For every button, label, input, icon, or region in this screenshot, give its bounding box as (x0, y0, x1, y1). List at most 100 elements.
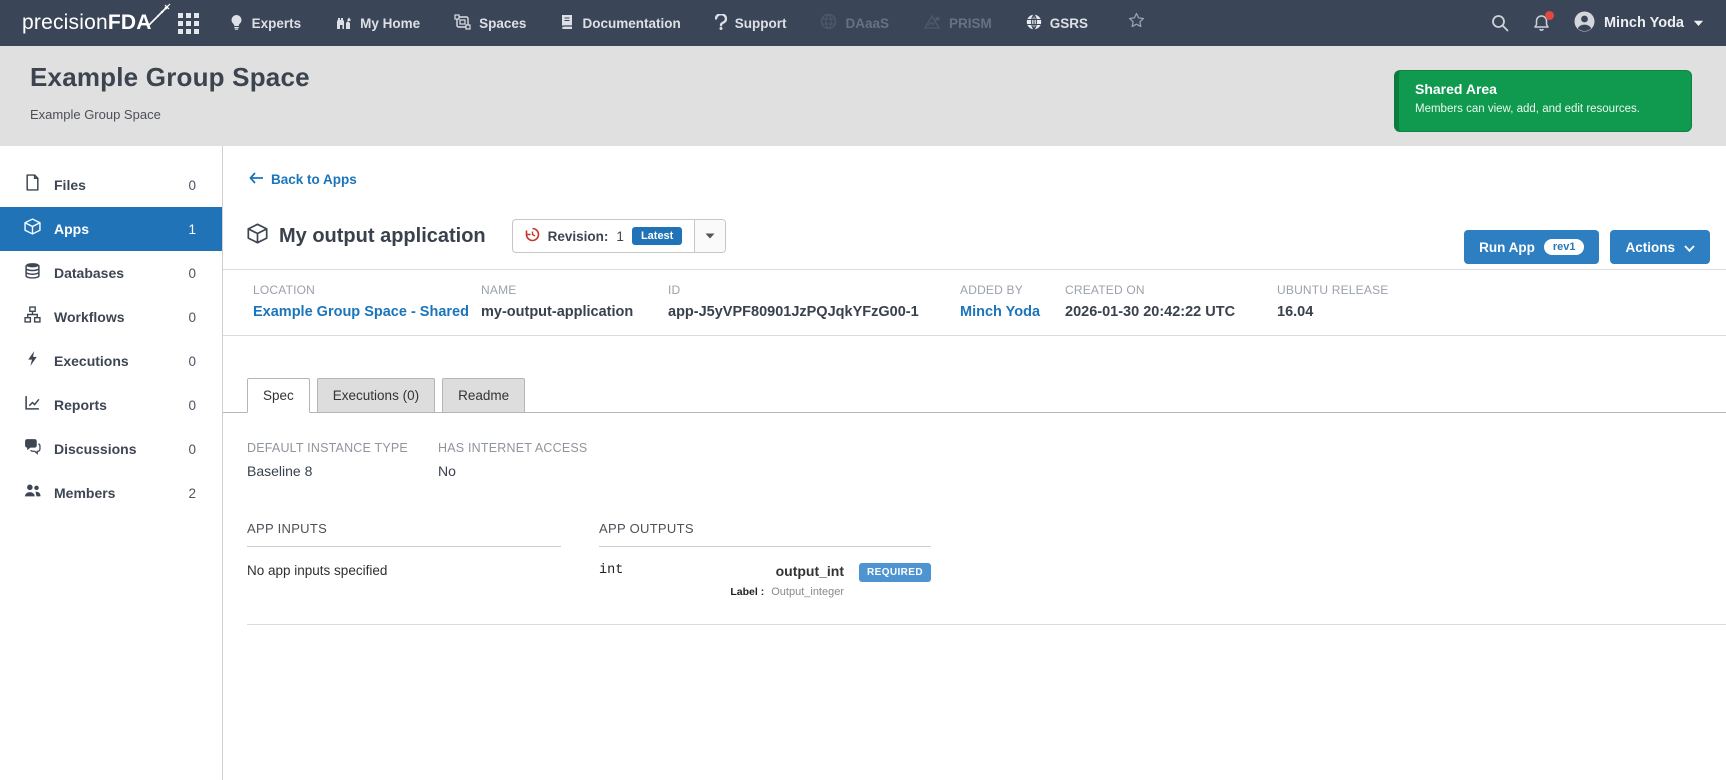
actions-label: Actions (1625, 239, 1675, 255)
required-badge: REQUIRED (859, 563, 931, 582)
database-icon (24, 262, 54, 284)
app-detail-main: Back to Apps My output application Revis… (223, 146, 1726, 780)
sidebar-item-label: Apps (54, 221, 89, 237)
added-by-link[interactable]: Minch Yoda (960, 304, 1040, 320)
spaces-icon (454, 13, 471, 33)
run-app-label: Run App (1479, 239, 1535, 255)
output-row: int output_int Label : Output_integer RE… (599, 563, 931, 598)
back-to-apps-link[interactable]: Back to Apps (249, 172, 357, 187)
sidebar-item-label: Executions (54, 353, 129, 369)
run-app-button[interactable]: Run App rev1 (1464, 230, 1600, 264)
app-grid-icon[interactable] (177, 12, 199, 34)
has-internet-access: HAS INTERNET ACCESS No (438, 441, 588, 479)
meta-ubuntu-release: UBUNTU RELEASE 16.04 (1277, 283, 1389, 320)
nav-label: My Home (360, 15, 421, 31)
output-label-value: Output_integer (771, 586, 845, 598)
chevron-down-icon (1693, 15, 1704, 31)
sidebar-item-count: 0 (188, 265, 196, 281)
sidebar-item-label: Workflows (54, 309, 125, 325)
sidebar-item-files[interactable]: Files 0 (0, 163, 222, 207)
nav-label: DAaaS (845, 15, 889, 31)
book-icon (560, 14, 574, 33)
tab-readme[interactable]: Readme (442, 378, 526, 412)
revision-dropdown-caret[interactable] (694, 220, 726, 252)
sidebar-item-workflows[interactable]: Workflows 0 (0, 295, 222, 339)
default-instance-type: DEFAULT INSTANCE TYPE Baseline 8 (247, 441, 408, 479)
sidebar-item-label: Reports (54, 397, 107, 413)
space-header: Example Group Space Example Group Space … (0, 46, 1726, 146)
latest-badge: Latest (631, 227, 683, 245)
sidebar-item-apps[interactable]: Apps 1 (0, 207, 222, 251)
nav-item-gsrs[interactable]: GSRS (1026, 13, 1088, 33)
shared-area-description: Members can view, add, and edit resource… (1415, 103, 1641, 115)
nav-label: Spaces (479, 15, 527, 31)
sidebar-item-count: 0 (188, 397, 196, 413)
notifications-bell-icon[interactable] (1533, 11, 1554, 32)
tab-executions[interactable]: Executions (0) (316, 378, 436, 412)
workflow-icon (24, 306, 54, 328)
left-arrow-icon (249, 172, 264, 187)
sidebar-item-executions[interactable]: Executions 0 (0, 339, 222, 383)
sidebar-item-label: Files (54, 177, 86, 193)
sidebar-item-count: 0 (188, 309, 196, 325)
tab-spec[interactable]: Spec (247, 378, 310, 413)
nav-item-my-home[interactable]: My Home (335, 14, 420, 33)
spec-io-tables: APP INPUTS No app inputs specified APP O… (247, 521, 1726, 625)
sidebar-item-databases[interactable]: Databases 0 (0, 251, 222, 295)
bolt-icon (24, 350, 54, 372)
app-inputs-panel: APP INPUTS No app inputs specified (247, 521, 561, 578)
sidebar-item-members[interactable]: Members 2 (0, 471, 222, 515)
app-cube-icon (247, 223, 268, 249)
actions-button[interactable]: Actions (1610, 230, 1710, 264)
sidebar-item-reports[interactable]: Reports 0 (0, 383, 222, 427)
divider (223, 335, 1726, 336)
nav-item-support[interactable]: Support (714, 12, 787, 33)
avatar-icon (1574, 11, 1595, 36)
meta-location: LOCATION Example Group Space - Shared (253, 283, 469, 320)
nav-label: PRISM (949, 15, 992, 31)
app-outputs-title: APP OUTPUTS (599, 521, 931, 547)
lightbulb-icon (229, 14, 244, 33)
nav-label: Support (734, 15, 787, 31)
sidebar-item-discussions[interactable]: Discussions 0 (0, 427, 222, 471)
members-icon (24, 482, 54, 504)
navbar-right: Minch Yoda (1491, 11, 1704, 36)
meta-created-on: CREATED ON 2026-01-30 20:42:22 UTC (1065, 283, 1236, 320)
nav-item-experts[interactable]: Experts (229, 14, 301, 33)
sidebar-item-count: 0 (188, 177, 196, 193)
nav-item-spaces[interactable]: Spaces (454, 13, 527, 33)
nav-items: Experts My Home Spaces Documentation Sup… (229, 12, 1145, 34)
cube-icon (24, 218, 54, 240)
daaas-icon (820, 13, 837, 33)
star-icon[interactable] (1128, 12, 1145, 34)
discussions-icon (24, 438, 54, 460)
meta-added-by: ADDED BY Minch Yoda (960, 283, 1041, 320)
nav-label: Documentation (582, 15, 681, 31)
revision-history-icon (525, 227, 540, 245)
sidebar-item-count: 0 (188, 353, 196, 369)
file-icon (24, 174, 54, 196)
app-outputs-panel: APP OUTPUTS int output_int Label : Outpu… (599, 521, 931, 598)
precisionfda-logo[interactable]: precision FDA (22, 3, 171, 35)
chevron-down-icon (1684, 240, 1695, 255)
app-tabs: Spec Executions (0) Readme (223, 378, 1726, 413)
nav-item-documentation[interactable]: Documentation (560, 14, 681, 33)
revision-selector[interactable]: Revision: 1 Latest (511, 219, 727, 253)
shared-area-card: Shared Area Members can view, add, and e… (1394, 70, 1692, 132)
output-name: output_int (775, 563, 845, 579)
output-label-key: Label : (730, 586, 765, 598)
user-menu[interactable]: Minch Yoda (1574, 11, 1704, 36)
back-link-label: Back to Apps (271, 172, 357, 187)
sidebar-item-label: Discussions (54, 441, 137, 457)
prism-icon (923, 14, 941, 33)
app-inputs-empty-text: No app inputs specified (247, 563, 388, 578)
sidebar-item-count: 2 (188, 485, 196, 501)
meta-id: ID app-J5yVPF80901JzPQJqkYFzG00-1 (668, 283, 919, 320)
location-link[interactable]: Example Group Space - Shared (253, 304, 469, 320)
home-icon (335, 14, 352, 33)
search-icon[interactable] (1491, 14, 1509, 32)
app-metadata: LOCATION Example Group Space - Shared NA… (223, 270, 1726, 335)
sidebar-item-label: Databases (54, 265, 125, 281)
brand-prefix: precision (22, 11, 108, 34)
notification-dot (1544, 11, 1554, 20)
